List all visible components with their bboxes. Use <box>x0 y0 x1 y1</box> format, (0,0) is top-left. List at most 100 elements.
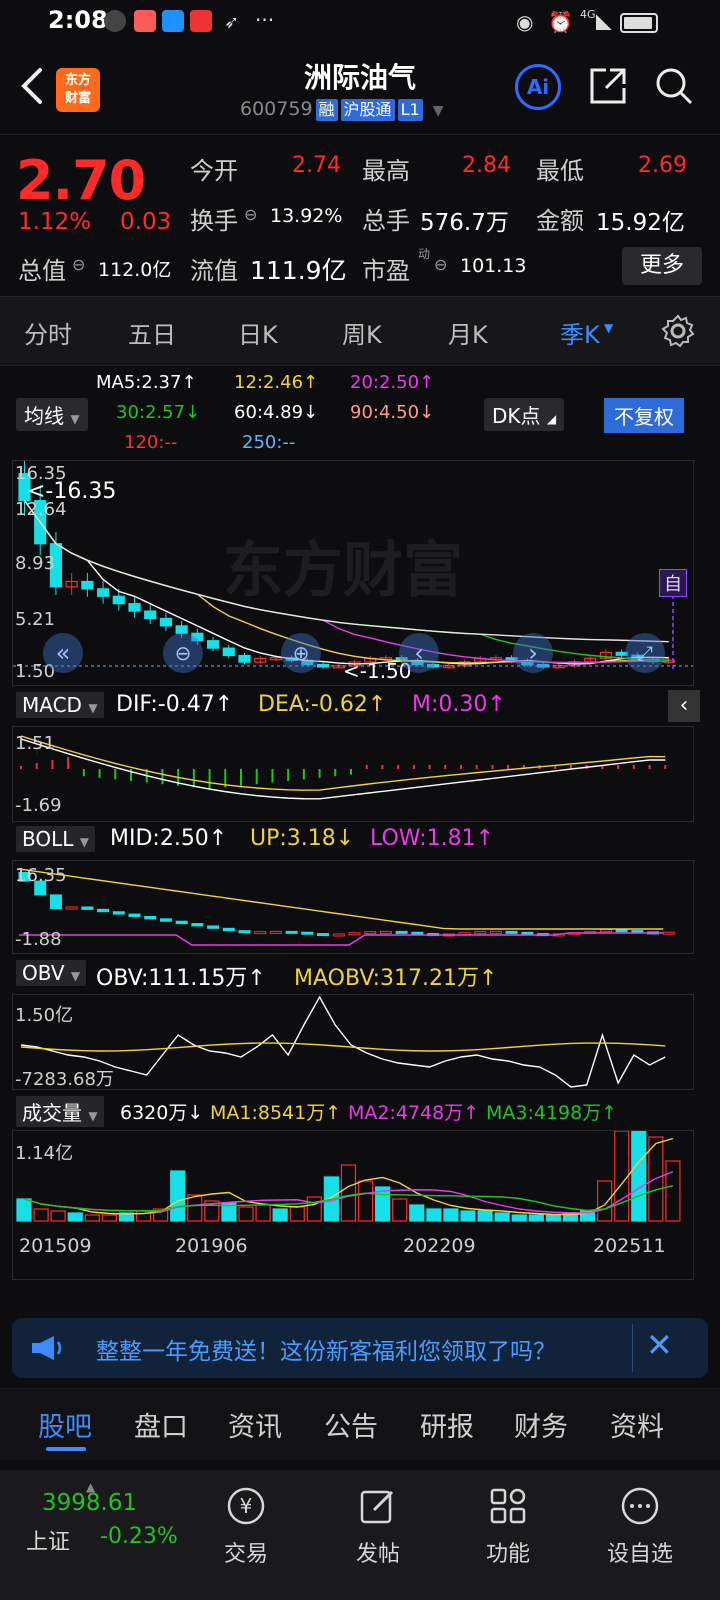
volume-ma1: MA1:8541万↑ <box>210 1102 342 1124</box>
obv-ymin-label: -7283.68万 <box>15 1069 114 1090</box>
adjust-toggle-button[interactable]: 不复权 <box>604 398 684 433</box>
info-icon[interactable]: ⊖ <box>434 255 447 274</box>
boll-candle <box>65 906 78 910</box>
tab-monthly[interactable]: 月K <box>448 315 488 350</box>
ma-legend: MA5:2.37↑ 12:2.46↑ 20:2.50↑ 均线 ▼ 30:2.57… <box>0 368 720 458</box>
volume-bar <box>33 1208 49 1222</box>
volume-bar <box>665 1160 681 1222</box>
dk-point-button[interactable]: DK点 ◢ <box>484 398 565 431</box>
boll-candle <box>175 920 188 925</box>
kline-chart[interactable]: 东方财富 16.35 <-16.35 12.64 8.93 5.21 1.50 … <box>12 460 694 686</box>
fullscreen-button[interactable]: ⤢ <box>625 633 665 673</box>
send-icon: ➶ <box>224 12 240 33</box>
collapse-panel-button[interactable]: ‹ <box>668 690 700 722</box>
share-icon[interactable] <box>588 66 628 106</box>
tab-profile[interactable]: 资料 <box>610 1405 664 1444</box>
info-icon[interactable]: ⊖ <box>72 255 85 274</box>
ai-button[interactable]: Ai <box>515 64 561 110</box>
tab-financials[interactable]: 财务 <box>514 1405 568 1444</box>
tab-forum[interactable]: 股吧 <box>38 1405 92 1444</box>
tab-announcements[interactable]: 公告 <box>324 1405 378 1444</box>
index-ticker[interactable]: ▲ 3998.61 上证 -0.23% <box>22 1480 202 1566</box>
scroll-prev-button[interactable]: ‹ <box>399 633 439 673</box>
eye-icon: ◉ <box>516 10 534 34</box>
post-button[interactable]: 发帖 <box>328 1486 428 1568</box>
gear-icon[interactable] <box>660 313 696 349</box>
boll-candle <box>505 930 518 934</box>
tab-weekly[interactable]: 周K <box>342 315 382 350</box>
boll-candle <box>379 930 392 934</box>
volume-ma1-line <box>23 1137 674 1216</box>
close-icon[interactable]: ✕ <box>646 1326 673 1364</box>
boll-candle <box>144 915 157 920</box>
volume-bar <box>255 1204 271 1222</box>
ma20-value: 20:2.50↑ <box>350 372 435 393</box>
tab-five-day[interactable]: 五日 <box>128 315 176 350</box>
zoom-out-button[interactable]: ⊖ <box>163 633 203 673</box>
boll-chart[interactable]: 16.35 -1.88 <box>12 860 694 954</box>
volume-header: 成交量 ▼ 6320万↓ MA1:8541万↑ MA2:4748万↑ MA3:4… <box>0 1094 720 1128</box>
candle-body <box>112 595 125 605</box>
macd-ymax-label: 1.51 <box>15 733 56 754</box>
ma5-value: MA5:2.37↑ <box>96 372 197 393</box>
tab-daily[interactable]: 日K <box>238 315 278 350</box>
obv-select-chip[interactable]: OBV ▼ <box>16 960 87 986</box>
boll-candle <box>81 906 94 910</box>
volume-bar <box>477 1210 493 1222</box>
macd-select-chip[interactable]: MACD ▼ <box>16 692 104 718</box>
obv-header: OBV ▼ OBV:111.15万↑ MAOBV:317.21万↑ <box>0 958 720 992</box>
volume-ymax-label: 1.14亿 <box>15 1143 74 1164</box>
macd-chart[interactable]: 1.51 -1.69 <box>12 726 694 822</box>
trade-button[interactable]: ¥ 交易 <box>196 1486 296 1568</box>
avatar-icon <box>104 10 126 32</box>
boll-select-chip[interactable]: BOLL ▼ <box>16 826 95 852</box>
more-dots-icon: ··· <box>255 8 275 32</box>
clock: 2:08 <box>48 6 108 34</box>
tab-intraday[interactable]: 分时 <box>24 315 72 350</box>
search-icon[interactable] <box>654 66 694 106</box>
boll-up: UP:3.18↓ <box>250 826 355 851</box>
boll-candle <box>317 933 330 937</box>
volume-bar <box>238 1206 254 1222</box>
boll-candle <box>364 931 377 935</box>
volume-select-chip[interactable]: 成交量 ▼ <box>16 1096 104 1127</box>
scroll-next-button[interactable]: › <box>513 633 553 673</box>
features-button[interactable]: 功能 <box>458 1486 558 1568</box>
boll-ymin-label: -1.88 <box>15 929 62 950</box>
info-icon[interactable]: ⊖ <box>244 205 257 224</box>
stock-code-row[interactable]: 600759 融沪股通 L1 ▼ <box>240 98 443 121</box>
promo-banner[interactable]: 整整一年免费送！这份新客福利您领取了吗？ ✕ <box>12 1318 708 1378</box>
custom-marker-button[interactable]: 自 <box>659 569 687 597</box>
scroll-left-button[interactable]: « <box>43 633 83 673</box>
index-name: 上证 <box>26 1530 71 1555</box>
volume-current: 6320万↓ <box>120 1102 204 1124</box>
volume-canvas <box>16 1131 681 1222</box>
boll-candle <box>112 911 125 915</box>
tab-research[interactable]: 研报 <box>420 1405 474 1444</box>
candle-body <box>159 617 173 627</box>
boll-candle <box>474 931 487 935</box>
edit-icon <box>360 1490 394 1524</box>
zoom-in-button[interactable]: ⊕ <box>281 633 321 673</box>
turnover-label: 换手 <box>190 207 238 235</box>
more-button[interactable]: 更多 <box>622 247 702 285</box>
ma-select-chip[interactable]: 均线 ▼ <box>16 398 88 431</box>
x-axis-label: 202209 <box>403 1235 476 1257</box>
tab-quarterly[interactable]: 季K <box>560 315 600 350</box>
boll-candle <box>254 931 267 935</box>
volume-bar <box>597 1180 613 1222</box>
tab-order-book[interactable]: 盘口 <box>134 1405 188 1444</box>
volume-ma2: MA2:4748万↑ <box>348 1102 480 1124</box>
tab-news[interactable]: 资讯 <box>228 1405 282 1444</box>
low-label: 最低 <box>536 157 584 185</box>
yuan-coin-icon: ¥ <box>227 1487 265 1525</box>
maobv-line <box>20 1042 666 1052</box>
obv-chart[interactable]: 1.50亿 -7283.68万 <box>12 994 694 1090</box>
add-watchlist-button[interactable]: 设自选 <box>590 1486 690 1568</box>
boll-mid: MID:2.50↑ <box>110 826 228 851</box>
boll-upper-line <box>18 868 664 930</box>
candle-body <box>81 580 94 590</box>
volume-value: 576.7万 <box>420 210 509 236</box>
volume-chart[interactable]: 1.14亿 201509 201906 202209 202511 <box>12 1130 694 1280</box>
mktcap-value: 112.0亿 <box>98 259 172 281</box>
